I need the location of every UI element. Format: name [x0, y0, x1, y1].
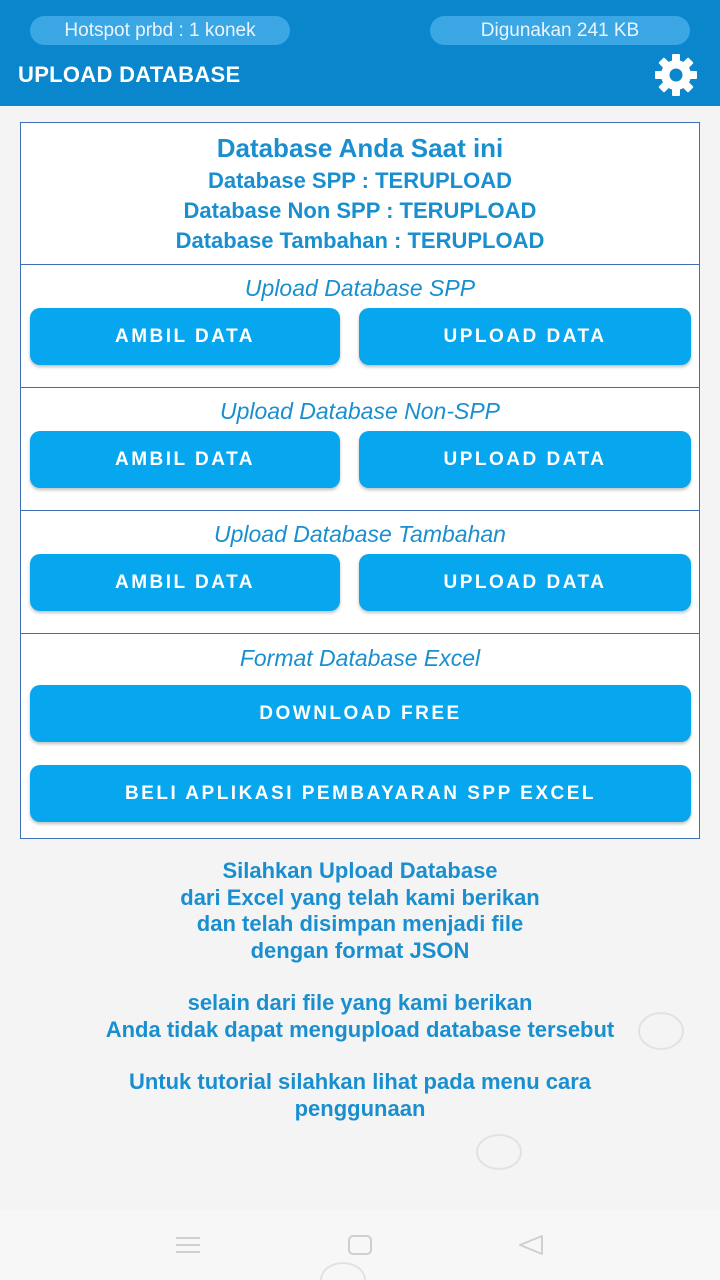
section-upload-tambahan: Upload Database Tambahan AMBIL DATA UPLO…: [21, 510, 699, 633]
section-title: Upload Database Non-SPP: [220, 398, 500, 424]
section-upload-non-spp: Upload Database Non-SPP AMBIL DATA UPLOA…: [21, 387, 699, 510]
section-title: Format Database Excel: [239, 645, 481, 671]
info-line: Untuk tutorial silahkan lihat pada menu …: [128, 1069, 592, 1094]
info-paragraph-2: selain dari file yang kami berikan Anda …: [0, 990, 720, 1043]
info-line: selain dari file yang kami berikan: [187, 990, 533, 1015]
floating-overlay-icon[interactable]: [320, 1262, 366, 1280]
ambil-data-spp-button[interactable]: AMBIL DATA: [30, 308, 340, 365]
upload-panel: Database Anda Saat ini Database SPP : TE…: [20, 122, 700, 839]
info-line: dan telah disimpan menjadi file: [196, 911, 524, 936]
info-line: Anda tidak dapat mengupload database ter…: [105, 1016, 615, 1042]
gear-icon[interactable]: [650, 53, 700, 97]
info-line: dengan format JSON: [250, 937, 470, 963]
floating-overlay-icon[interactable]: [476, 1134, 522, 1170]
upload-data-non-spp-button[interactable]: UPLOAD DATA: [359, 431, 691, 488]
app-bar: Hotspot prbd : 1 konek Digunakan 241 KB …: [0, 0, 720, 106]
floating-overlay-icon[interactable]: [638, 1012, 684, 1050]
info-line: dari Excel yang telah kami berikan: [180, 884, 540, 910]
menu-icon[interactable]: [175, 1235, 201, 1255]
status-heading: Database Anda Saat ini: [216, 133, 504, 163]
upload-data-spp-button[interactable]: UPLOAD DATA: [359, 308, 691, 365]
ambil-data-tambahan-button[interactable]: AMBIL DATA: [30, 554, 340, 611]
section-title: Upload Database SPP: [244, 275, 476, 301]
upload-data-tambahan-button[interactable]: UPLOAD DATA: [359, 554, 691, 611]
status-line-non-spp: Database Non SPP : TERUPLOAD: [183, 198, 537, 223]
info-line: penggunaan: [294, 1095, 426, 1121]
data-usage-pill: Digunakan 241 KB: [430, 16, 690, 45]
database-status-box: Database Anda Saat ini Database SPP : TE…: [21, 123, 699, 264]
info-paragraph-3: Untuk tutorial silahkan lihat pada menu …: [0, 1069, 720, 1122]
hotspot-status-pill: Hotspot prbd : 1 konek: [30, 16, 290, 45]
ambil-data-non-spp-button[interactable]: AMBIL DATA: [30, 431, 340, 488]
back-triangle-icon[interactable]: [518, 1234, 544, 1256]
status-line-tambahan: Database Tambahan : TERUPLOAD: [175, 228, 545, 253]
home-square-icon[interactable]: [348, 1235, 372, 1255]
status-line-spp: Database SPP : TERUPLOAD: [207, 168, 512, 193]
section-format-excel: Format Database Excel DOWNLOAD FREE BELI…: [21, 633, 699, 838]
section-title: Upload Database Tambahan: [214, 521, 506, 547]
info-paragraph-1: Silahkan Upload Database dari Excel yang…: [0, 858, 720, 964]
system-navigation-bar: [0, 1210, 720, 1280]
download-free-button[interactable]: DOWNLOAD FREE: [30, 685, 691, 742]
buy-app-button[interactable]: BELI APLIKASI PEMBAYARAN SPP EXCEL: [30, 765, 691, 822]
section-upload-spp: Upload Database SPP AMBIL DATA UPLOAD DA…: [21, 264, 699, 387]
page-title: UPLOAD DATABASE: [18, 62, 241, 87]
info-line: Silahkan Upload Database: [222, 858, 498, 883]
